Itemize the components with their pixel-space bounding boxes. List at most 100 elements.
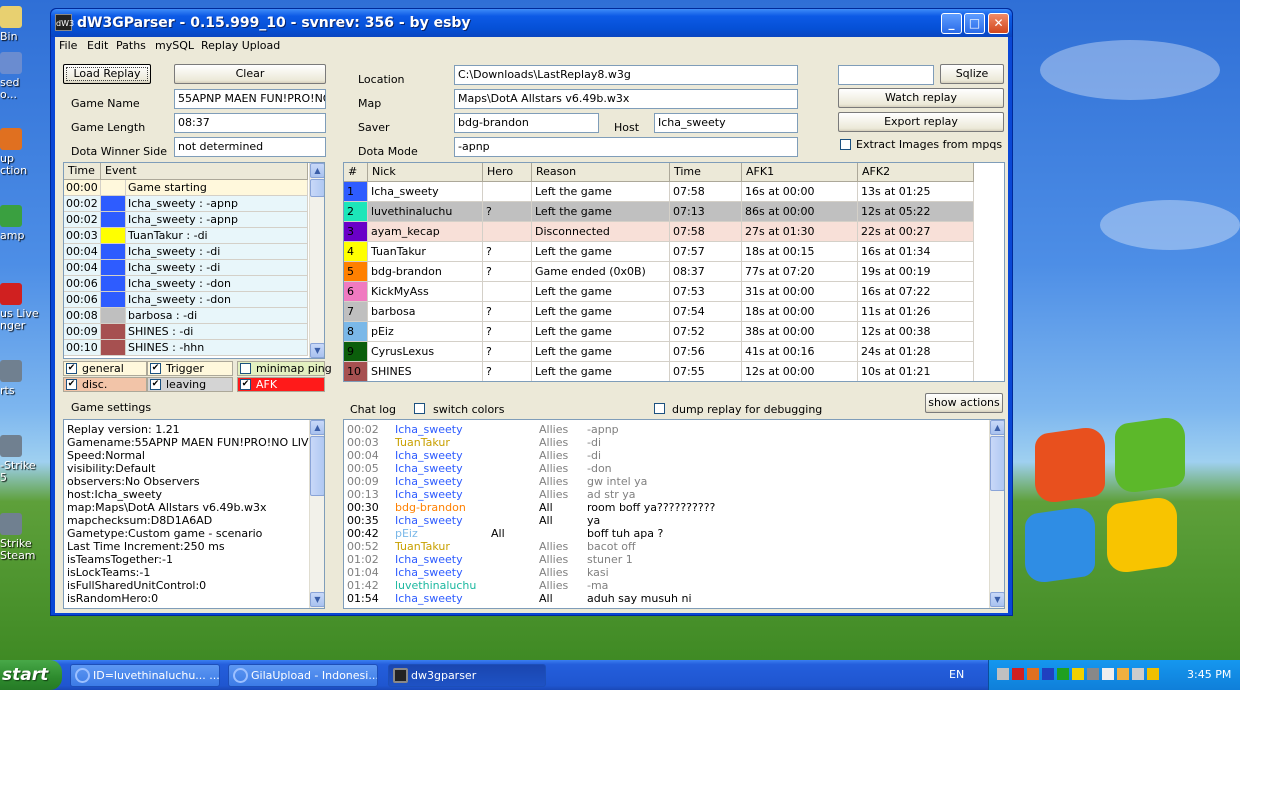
- chat-row[interactable]: 00:30 bdg-brandon All room boff ya?????????…: [347, 501, 987, 514]
- tray-icon[interactable]: [1117, 668, 1129, 680]
- player-row[interactable]: 5 bdg-brandon? Game ended (0x0B) 08:37 77s a…: [344, 262, 974, 282]
- menu-paths[interactable]: Paths: [116, 39, 146, 52]
- chat-row[interactable]: 01:54 Icha_sweety All aduh say musuh ni: [347, 592, 987, 605]
- dump-replay-checkbox[interactable]: [654, 403, 665, 414]
- game-length-field[interactable]: 08:37: [174, 113, 326, 133]
- filter-disc[interactable]: ✔ disc.: [63, 377, 147, 392]
- filter-checkbox[interactable]: [240, 363, 251, 374]
- network-icon[interactable]: [997, 668, 1009, 680]
- chat-row[interactable]: 00:05 Icha_sweety Allies -don: [347, 462, 987, 475]
- game-settings-list[interactable]: Replay version: 1.21 Gamename:55APNP MAEN…: [63, 419, 325, 609]
- scroll-up-icon[interactable]: ▲: [990, 420, 1004, 435]
- player-row[interactable]: 3 ayam_kecap Disconnected 07:58 27s at 01:30…: [344, 222, 974, 242]
- filter-leaving[interactable]: ✔ leaving: [147, 377, 233, 392]
- desktop-icon[interactable]: us Live nger: [0, 283, 40, 332]
- scroll-down-icon[interactable]: ▼: [310, 343, 324, 358]
- desktop-icon-image[interactable]: [0, 360, 22, 382]
- event-row[interactable]: 00:09 SHINES : -di: [64, 324, 308, 340]
- taskbar-task[interactable]: ID=luvethinaluchu... ...: [70, 664, 220, 687]
- tray-icon[interactable]: [1087, 668, 1099, 680]
- chat-row[interactable]: 01:04 Icha_sweety Allies kasi: [347, 566, 987, 579]
- bluetooth-icon[interactable]: [1042, 668, 1054, 680]
- scroll-thumb[interactable]: [310, 436, 324, 496]
- watch-replay-button[interactable]: Watch replay: [838, 88, 1004, 108]
- filter-checkbox[interactable]: ✔: [240, 379, 251, 390]
- event-col-event[interactable]: Event: [101, 163, 308, 180]
- settings-scrollbar[interactable]: ▲ ▼: [309, 420, 324, 608]
- scroll-down-icon[interactable]: ▼: [310, 592, 324, 607]
- event-list-scrollbar[interactable]: ▲ ▼: [309, 163, 324, 358]
- menu-file[interactable]: File: [59, 39, 77, 52]
- filter-checkbox[interactable]: ✔: [66, 379, 77, 390]
- chat-scrollbar[interactable]: ▲ ▼: [989, 420, 1004, 608]
- filter-checkbox[interactable]: ✔: [150, 363, 161, 374]
- player-row[interactable]: 7 barbosa? Left the game 07:54 18s at 00:00 1…: [344, 302, 974, 322]
- map-field[interactable]: Maps\DotA Allstars v6.49b.w3x: [454, 89, 798, 109]
- antivirus-icon[interactable]: [1012, 668, 1024, 680]
- player-col-afk2[interactable]: AFK2: [858, 163, 974, 182]
- tray-icon[interactable]: [1072, 668, 1084, 680]
- tray-icon[interactable]: [1057, 668, 1069, 680]
- event-row[interactable]: 00:02 Icha_sweety : -apnp: [64, 212, 308, 228]
- load-replay-button[interactable]: Load Replay: [63, 64, 151, 84]
- winner-field[interactable]: not determined: [174, 137, 326, 157]
- dota-mode-field[interactable]: -apnp: [454, 137, 798, 157]
- player-col-reason[interactable]: Reason: [532, 163, 670, 182]
- player-col-[interactable]: #: [344, 163, 368, 182]
- player-row[interactable]: 9 CyrusLexus? Left the game 07:56 41s at 00:…: [344, 342, 974, 362]
- scroll-thumb[interactable]: [990, 436, 1004, 491]
- event-row[interactable]: 00:00 Game starting: [64, 180, 308, 196]
- player-row[interactable]: 1 Icha_sweety Left the game 07:58 16s at 00:…: [344, 182, 974, 202]
- player-row[interactable]: 4 TuanTakur? Left the game 07:57 18s at 00:1…: [344, 242, 974, 262]
- desktop-icon-image[interactable]: [0, 283, 22, 305]
- player-col-time[interactable]: Time: [670, 163, 742, 182]
- desktop-icon-image[interactable]: [0, 513, 22, 535]
- event-row[interactable]: 00:04 Icha_sweety : -di: [64, 260, 308, 276]
- filter-minimapping[interactable]: minimap ping: [237, 361, 332, 376]
- desktop-icon-image[interactable]: [0, 128, 22, 150]
- tray-icon[interactable]: [1147, 668, 1159, 680]
- chat-row[interactable]: 00:03 TuanTakur Allies -di: [347, 436, 987, 449]
- game-name-field[interactable]: 55APNP MAEN FUN!PRO!NO: [174, 89, 326, 109]
- chat-log-list[interactable]: 00:02 Icha_sweety Allies -apnp 00:03 TuanTaku…: [343, 419, 1005, 609]
- player-row[interactable]: 2 luvethinaluchu? Left the game 07:13 86s at…: [344, 202, 974, 222]
- sqlize-button[interactable]: Sqlize: [940, 64, 1004, 84]
- desktop-icon-image[interactable]: [0, 205, 22, 227]
- player-col-nick[interactable]: Nick: [368, 163, 483, 182]
- chat-row[interactable]: 00:52 TuanTakur Allies bacot off: [347, 540, 987, 553]
- chat-row[interactable]: 01:02 Icha_sweety Allies stuner 1: [347, 553, 987, 566]
- scroll-up-icon[interactable]: ▲: [310, 420, 324, 435]
- taskbar-task[interactable]: dw3gparser: [388, 664, 546, 687]
- switch-colors-checkbox[interactable]: [414, 403, 425, 414]
- filter-general[interactable]: ✔ general: [63, 361, 147, 376]
- filter-trigger[interactable]: ✔ Trigger: [147, 361, 233, 376]
- clear-button[interactable]: Clear: [174, 64, 326, 84]
- player-row[interactable]: 10 SHINES? Left the game 07:55 12s at 00:00 1…: [344, 362, 974, 381]
- event-row[interactable]: 00:03 TuanTakur : -di: [64, 228, 308, 244]
- extract-images-checkbox[interactable]: [840, 139, 851, 150]
- player-row[interactable]: 8 pEiz? Left the game 07:52 38s at 00:00 12s …: [344, 322, 974, 342]
- show-actions-button[interactable]: show actions: [925, 393, 1003, 413]
- chat-row[interactable]: 00:02 Icha_sweety Allies -apnp: [347, 423, 987, 436]
- taskbar-task[interactable]: GilaUpload - Indonesi...: [228, 664, 378, 687]
- desktop-icon-image[interactable]: [0, 52, 22, 74]
- menu-replay-upload[interactable]: Replay Upload: [201, 39, 280, 52]
- host-field[interactable]: Icha_sweety: [654, 113, 798, 133]
- volume-icon[interactable]: [1102, 668, 1114, 680]
- chat-row[interactable]: 00:04 Icha_sweety Allies -di: [347, 449, 987, 462]
- monitor-icon[interactable]: [1132, 668, 1144, 680]
- chat-row[interactable]: 00:35 Icha_sweety All ya: [347, 514, 987, 527]
- player-col-hero[interactable]: Hero: [483, 163, 532, 182]
- language-indicator[interactable]: EN: [949, 668, 964, 681]
- desktop-icon[interactable]: Strike Steam: [0, 513, 40, 562]
- title-bar[interactable]: dW3 dW3GParser - 0.15.999_10 - svnrev: 3…: [51, 9, 1012, 37]
- player-row[interactable]: 6 KickMyAss Left the game 07:53 31s at 00:00…: [344, 282, 974, 302]
- menu-mysql[interactable]: mySQL: [155, 39, 194, 52]
- event-row[interactable]: 00:02 Icha_sweety : -apnp: [64, 196, 308, 212]
- filter-checkbox[interactable]: ✔: [150, 379, 161, 390]
- chat-row[interactable]: 00:13 Icha_sweety Allies ad str ya: [347, 488, 987, 501]
- desktop-icon[interactable]: up ction: [0, 128, 40, 177]
- desktop-icon[interactable]: sed o...: [0, 52, 40, 101]
- desktop-icon[interactable]: Bin: [0, 6, 40, 43]
- desktop-icon-image[interactable]: [0, 435, 22, 457]
